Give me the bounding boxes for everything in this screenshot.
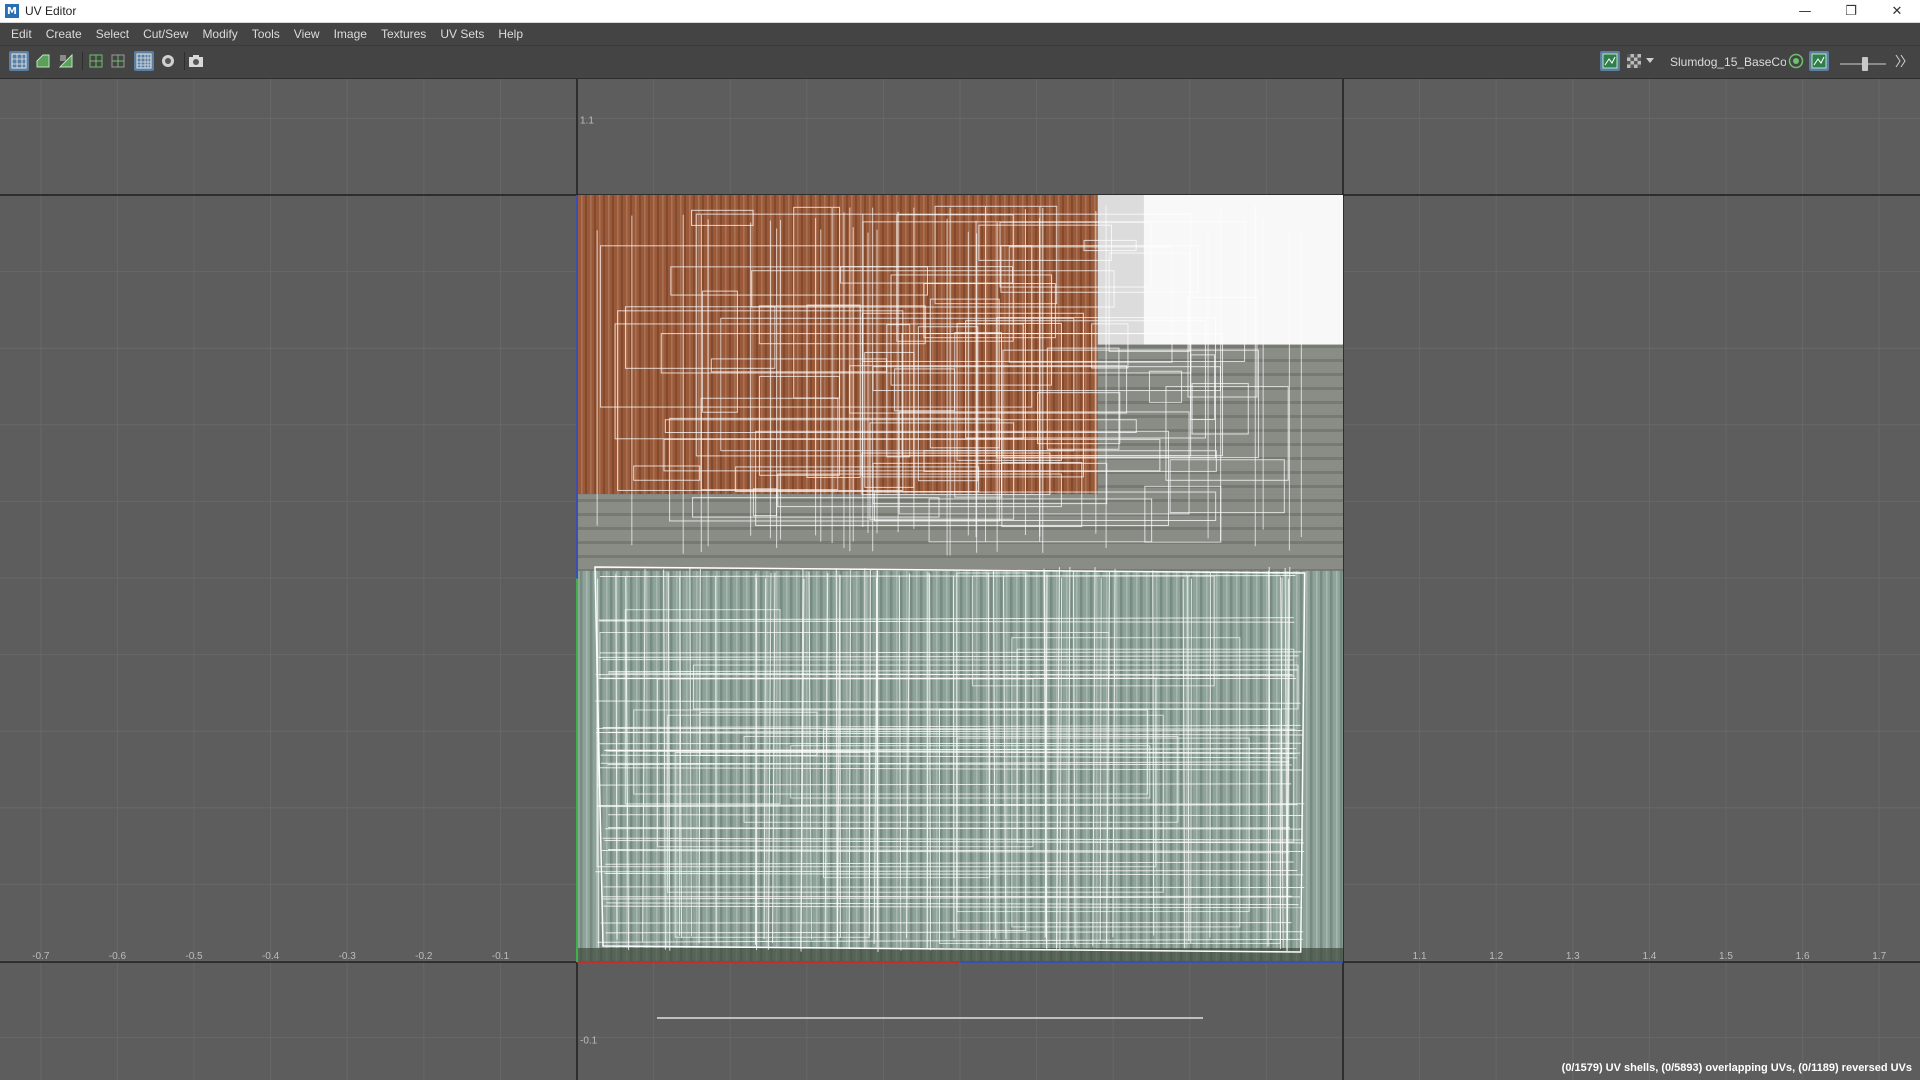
- uv-viewport[interactable]: -0.7 -0.6 -0.5 -0.4 -0.3 -0.2 -0.1 1.1 1.2 1.3 1.4…: [0, 79, 1920, 1080]
- axis-tick-label: -0.6: [109, 951, 127, 962]
- ground-dirt: [577, 948, 1343, 962]
- title-bar: M UV Editor — ❐ ✕: [0, 0, 1920, 23]
- color-management-icon[interactable]: [1786, 51, 1806, 71]
- close-button[interactable]: ✕: [1874, 0, 1920, 22]
- display-image-icon[interactable]: [1600, 51, 1620, 71]
- window-controls: — ❐ ✕: [1782, 0, 1920, 22]
- menu-select[interactable]: Select: [89, 23, 136, 45]
- uv-editor-window: M UV Editor — ❐ ✕ Edit Create Select Cut…: [0, 0, 1920, 1080]
- axis-tick-label: -0.4: [262, 951, 280, 962]
- maya-app-icon: M: [5, 4, 19, 18]
- axis-tick-label: 1.1: [1413, 951, 1427, 962]
- uv-canvas[interactable]: -0.7 -0.6 -0.5 -0.4 -0.3 -0.2 -0.1 1.1 1.2 1.3 1.4…: [0, 79, 1920, 1080]
- texture-image-name[interactable]: Slumdog_15_BaseColor: [1670, 55, 1786, 69]
- grid-display-icon[interactable]: [134, 51, 154, 71]
- checker-icon[interactable]: [1624, 51, 1644, 71]
- toolbar-expand-icon[interactable]: [1893, 51, 1907, 71]
- uv-edge: [603, 886, 1305, 889]
- toolbar-divider: [184, 52, 185, 70]
- menu-edit[interactable]: Edit: [0, 23, 39, 45]
- axis-tick-label: -0.3: [339, 951, 357, 962]
- uv-grid-icon[interactable]: [56, 51, 76, 71]
- uv-toolbar: Slumdog_15_BaseColor: [0, 46, 1920, 79]
- camera-icon[interactable]: [186, 51, 206, 71]
- menu-bar: Edit Create Select Cut/Sew Modify Tools …: [0, 23, 1920, 46]
- minimize-button[interactable]: —: [1782, 0, 1828, 22]
- uv-edge: [1209, 571, 1212, 938]
- toolbar-divider: [82, 52, 83, 70]
- axis-tick-label: 1.1: [580, 115, 594, 126]
- wireframe-icon[interactable]: [86, 51, 106, 71]
- isolate-icon[interactable]: [158, 51, 178, 71]
- axis-tick-label: 1.5: [1719, 951, 1733, 962]
- white-panel-shade: [1097, 195, 1144, 345]
- axis-tick-label: 1.7: [1872, 951, 1886, 962]
- menu-textures[interactable]: Textures: [374, 23, 433, 45]
- uv-shell-icon[interactable]: [33, 51, 53, 71]
- menu-cut-sew[interactable]: Cut/Sew: [136, 23, 195, 45]
- exposure-slider-thumb[interactable]: [1862, 57, 1868, 71]
- uv-edge: [1190, 578, 1192, 943]
- axis-tick-label: -0.2: [415, 951, 433, 962]
- restore-button[interactable]: ❐: [1828, 0, 1874, 22]
- exposure-slider[interactable]: [1840, 57, 1886, 71]
- dropdown-icon[interactable]: [1644, 51, 1656, 71]
- menu-modify[interactable]: Modify: [195, 23, 244, 45]
- axis-tick-label: -0.7: [32, 951, 50, 962]
- menu-help[interactable]: Help: [491, 23, 530, 45]
- menu-create[interactable]: Create: [39, 23, 89, 45]
- window-title: UV Editor: [25, 4, 77, 18]
- uv-status-line: (0/1579) UV shells, (0/5893) overlapping…: [1561, 1062, 1912, 1074]
- menu-image[interactable]: Image: [327, 23, 374, 45]
- axis-tick-label: -0.1: [580, 1036, 598, 1047]
- uv-snapshot-view-icon[interactable]: [9, 51, 29, 71]
- axis-tick-label: 1.3: [1566, 951, 1580, 962]
- menu-uv-sets[interactable]: UV Sets: [433, 23, 491, 45]
- exposure-icon[interactable]: [1809, 51, 1829, 71]
- uv-edge: [876, 570, 879, 952]
- concrete-strip: [577, 494, 1343, 571]
- menu-tools[interactable]: Tools: [245, 23, 287, 45]
- shaded-uv-icon[interactable]: [108, 51, 128, 71]
- axis-tick-label: 1.4: [1642, 951, 1656, 962]
- axis-tick-label: 1.2: [1489, 951, 1503, 962]
- axis-tick-label: 1.6: [1796, 951, 1810, 962]
- axis-tick-label: -0.5: [185, 951, 203, 962]
- menu-view[interactable]: View: [287, 23, 327, 45]
- axis-tick-label: -0.1: [492, 951, 510, 962]
